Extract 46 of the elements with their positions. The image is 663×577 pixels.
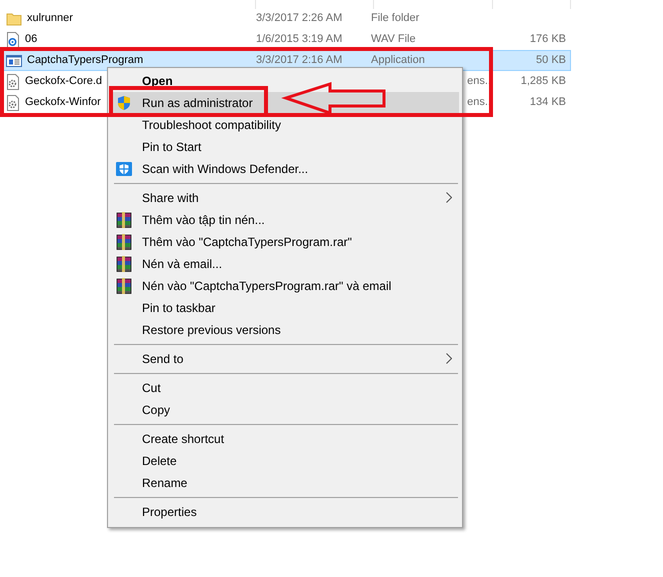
file-type: ens.. xyxy=(467,96,491,108)
file-date: 3/3/2017 2:16 AM xyxy=(256,54,342,66)
menu-item[interactable]: Send to xyxy=(110,348,460,370)
file-name[interactable]: Geckofx-Core.d xyxy=(25,73,102,90)
shield-icon xyxy=(116,95,132,111)
menu-item[interactable]: Thêm vào tập tin nén... xyxy=(110,209,460,231)
menu-item[interactable]: Create shortcut xyxy=(110,428,460,450)
file-name[interactable]: CaptchaTypersProgram xyxy=(27,52,144,69)
menu-item[interactable]: Open xyxy=(110,70,460,92)
menu-item[interactable]: Scan with Windows Defender... xyxy=(110,158,460,180)
menu-item[interactable]: Restore previous versions xyxy=(110,319,460,341)
file-type: Application xyxy=(371,54,425,66)
books-icon xyxy=(116,256,132,272)
books-icon xyxy=(116,212,132,228)
file-date: 1/6/2015 3:19 AM xyxy=(256,33,342,46)
menu-item[interactable]: Pin to taskbar xyxy=(110,297,460,319)
file-name[interactable]: Geckofx-Winfor xyxy=(25,94,101,111)
menu-item[interactable]: Rename xyxy=(110,472,460,494)
menu-item[interactable]: Nén và email... xyxy=(110,253,460,275)
file-date: 3/3/2017 2:26 AM xyxy=(256,12,342,24)
gear-file-icon xyxy=(6,74,20,90)
menu-item[interactable]: Share with xyxy=(110,187,460,209)
file-size: 176 KB xyxy=(530,33,566,46)
shield-icon xyxy=(116,161,132,177)
gear-file-icon xyxy=(6,94,20,110)
file-size: 1,285 KB xyxy=(520,75,566,88)
file-name[interactable]: xulrunner xyxy=(27,10,73,27)
file-type: File folder xyxy=(371,12,420,24)
file-type: ens.. xyxy=(467,75,491,88)
menu-item[interactable]: Pin to Start xyxy=(110,136,460,158)
audio-file-icon xyxy=(6,32,20,48)
file-size: 134 KB xyxy=(530,96,566,108)
menu-item[interactable]: Properties xyxy=(110,501,460,523)
folder-icon xyxy=(6,12,22,26)
menu-item[interactable]: Troubleshoot compatibility xyxy=(110,114,460,136)
application-icon xyxy=(6,54,22,68)
menu-item[interactable]: Cut xyxy=(110,377,460,399)
menu-item[interactable]: Nén vào "CaptchaTypersProgram.rar" và email xyxy=(110,275,460,297)
menu-item[interactable]: Copy xyxy=(110,399,460,421)
menu-item[interactable]: Delete xyxy=(110,450,460,472)
menu-item[interactable]: Thêm vào "CaptchaTypersProgram.rar" xyxy=(110,231,460,253)
file-name[interactable]: 06 xyxy=(25,31,38,48)
file-size: 50 KB xyxy=(536,54,566,66)
books-icon xyxy=(116,278,132,294)
books-icon xyxy=(116,234,132,250)
file-type: WAV File xyxy=(371,33,416,46)
